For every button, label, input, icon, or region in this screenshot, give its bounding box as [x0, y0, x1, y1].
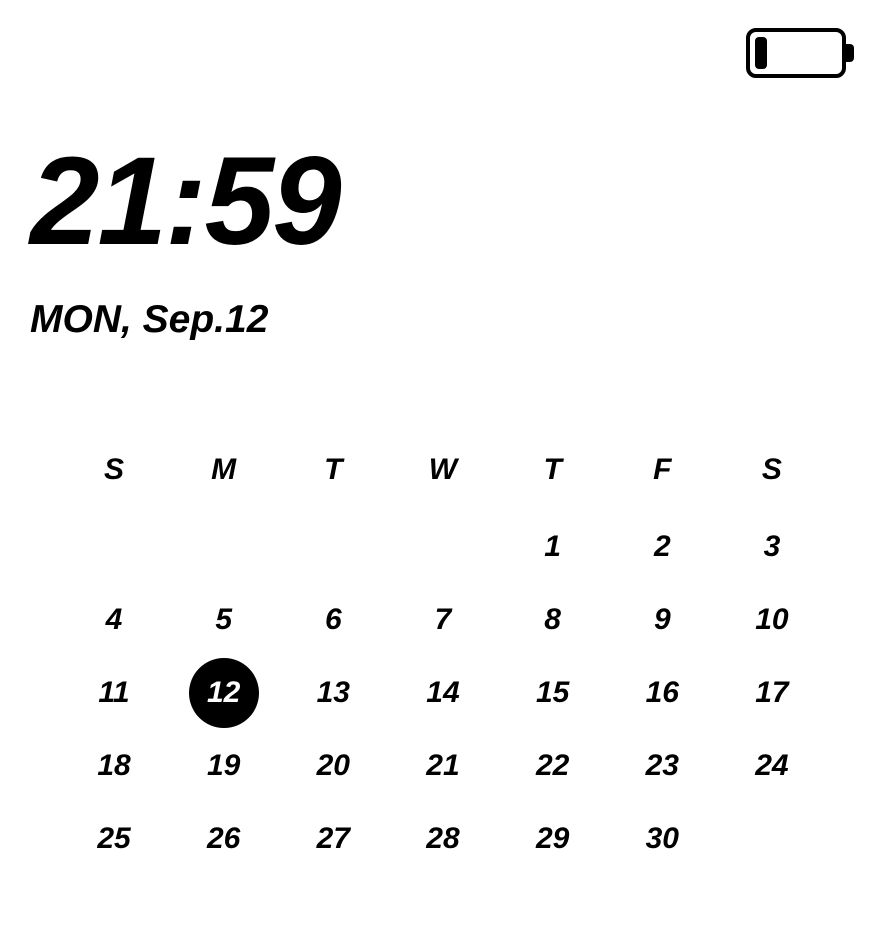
calendar-day[interactable]: 3	[718, 530, 826, 564]
calendar-day[interactable]: 9	[608, 603, 716, 637]
calendar: S M T W T F S 1 2 3 4 5 6 7 8 9 10 11 12…	[60, 440, 826, 875]
calendar-day[interactable]: 4	[60, 603, 168, 637]
calendar-day[interactable]: 20	[279, 749, 387, 783]
calendar-day[interactable]: 1	[499, 530, 607, 564]
calendar-day[interactable]: 7	[389, 603, 497, 637]
calendar-row: 4 5 6 7 8 9 10	[60, 583, 826, 656]
calendar-day[interactable]: 18	[60, 749, 168, 783]
calendar-row: 25 26 27 28 29 30	[60, 802, 826, 875]
calendar-day[interactable]: 16	[608, 676, 716, 710]
calendar-day[interactable]: 29	[499, 822, 607, 856]
day-header: W	[389, 453, 497, 487]
calendar-day[interactable]: 23	[608, 749, 716, 783]
calendar-day[interactable]: 21	[389, 749, 497, 783]
calendar-day[interactable]: 5	[170, 603, 278, 637]
calendar-day[interactable]: 14	[389, 676, 497, 710]
calendar-row: 1 2 3	[60, 510, 826, 583]
calendar-day[interactable]: 15	[499, 676, 607, 710]
calendar-day[interactable]: 17	[718, 676, 826, 710]
status-bar	[746, 28, 846, 78]
calendar-day[interactable]: 25	[60, 822, 168, 856]
calendar-day[interactable]: 28	[389, 822, 497, 856]
calendar-day-today-label: 12	[207, 676, 240, 710]
calendar-day[interactable]: 8	[499, 603, 607, 637]
clock-time: 21:59	[30, 130, 340, 273]
date-label: MON, Sep.12	[30, 298, 268, 342]
calendar-day-today[interactable]: 12	[170, 658, 278, 728]
calendar-day[interactable]: 13	[279, 676, 387, 710]
battery-icon	[746, 28, 846, 78]
day-header: S	[60, 453, 168, 487]
day-header: F	[608, 453, 716, 487]
calendar-day[interactable]: 10	[718, 603, 826, 637]
day-header: T	[279, 453, 387, 487]
calendar-row: 18 19 20 21 22 23 24	[60, 729, 826, 802]
calendar-day[interactable]: 30	[608, 822, 716, 856]
calendar-day[interactable]: 11	[60, 676, 168, 710]
calendar-day[interactable]: 24	[718, 749, 826, 783]
battery-fill	[755, 37, 767, 69]
day-header: T	[499, 453, 607, 487]
calendar-day[interactable]: 6	[279, 603, 387, 637]
day-header: M	[170, 453, 278, 487]
calendar-day[interactable]: 19	[170, 749, 278, 783]
calendar-header-row: S M T W T F S	[60, 440, 826, 500]
day-header: S	[718, 453, 826, 487]
calendar-day[interactable]: 22	[499, 749, 607, 783]
calendar-row: 11 12 13 14 15 16 17	[60, 656, 826, 729]
calendar-day[interactable]: 2	[608, 530, 716, 564]
calendar-day[interactable]: 26	[170, 822, 278, 856]
calendar-day[interactable]: 27	[279, 822, 387, 856]
